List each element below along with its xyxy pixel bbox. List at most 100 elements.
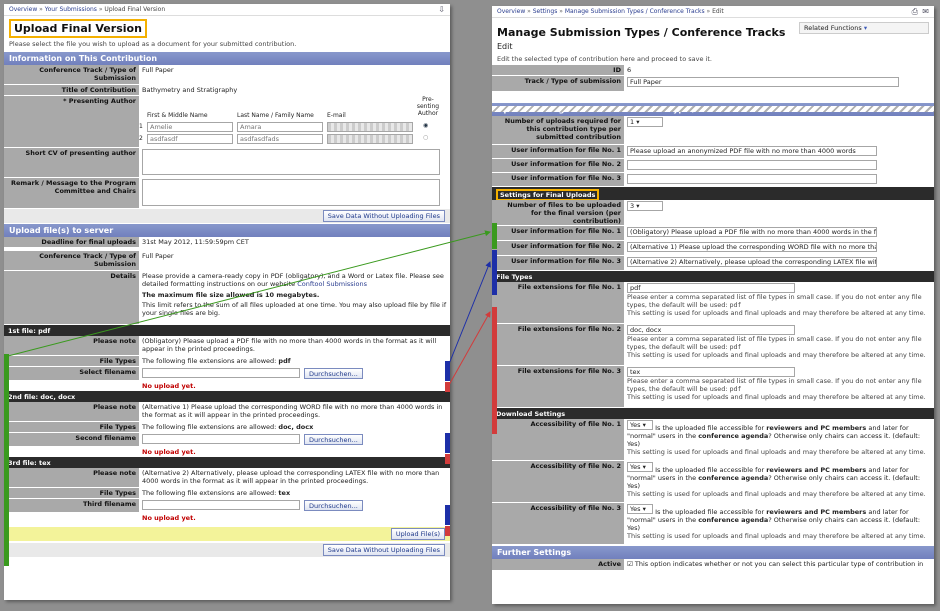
author-email-2[interactable]	[327, 134, 413, 144]
file1-browse-button[interactable]: Durchsuchen...	[304, 368, 363, 379]
author-num-2: 2	[139, 135, 143, 142]
upload-files-button[interactable]: Upload File(s)	[390, 528, 445, 540]
checkbox-icon[interactable]: ☑	[627, 560, 633, 568]
file2-status-row: No upload yet.	[4, 447, 450, 457]
file1-filename-row: Select filename Durchsuchen...	[4, 367, 450, 381]
file2-filename-input[interactable]	[142, 434, 300, 444]
breadcrumb: Overview » Your Submissions » Upload Fin…	[4, 4, 450, 16]
author-last-2[interactable]: asdfasdfads	[237, 134, 323, 144]
author-first-1[interactable]: Amelie	[147, 122, 233, 132]
file2-browse-button[interactable]: Durchsuchen...	[304, 434, 363, 445]
row-track: Track / Type of submission Full Paper	[492, 76, 934, 92]
torn-edge	[492, 106, 934, 112]
breadcrumb-manage[interactable]: Manage Submission Types / Conference Tra…	[565, 8, 705, 15]
related-functions-dropdown[interactable]: Related Functions ▾	[799, 22, 929, 34]
row-remark: Remark / Message to the Program Committe…	[4, 178, 450, 209]
userinfo-input-1[interactable]: Please upload an anonymized PDF file wit…	[627, 146, 877, 156]
file1-filename-input[interactable]	[142, 368, 300, 378]
red-arrow	[448, 311, 491, 386]
breadcrumb-overview[interactable]: Overview	[9, 6, 37, 13]
deadline-value: 31st May 2012, 11:59:59pm CET	[139, 237, 450, 247]
breadcrumb-settings[interactable]: Settings	[533, 8, 558, 15]
access-label-2: Accessibility of file No. 2	[492, 461, 624, 502]
deadline-label: Deadline for final uploads	[4, 237, 139, 247]
save-without-upload-button-2[interactable]: Save Data Without Uploading Files	[322, 544, 445, 556]
blue-marker-1	[445, 361, 450, 381]
access-select-3[interactable]: Yes ▾	[627, 504, 653, 514]
row-title: Title of Contribution Bathymetry and Stra…	[4, 85, 450, 96]
ext-input-2[interactable]: doc, docx	[627, 325, 795, 335]
final-uploads-header: Settings for Final Uploads	[492, 187, 934, 201]
row-deadline: Deadline for final uploads 31st May 2012,…	[4, 237, 450, 248]
final-info-input-2[interactable]: (Alternative 1) Please upload the corres…	[627, 242, 877, 252]
final-num-select[interactable]: 3 ▾	[627, 201, 663, 211]
author-email-1[interactable]	[327, 122, 413, 132]
upload-final-version-panel: Overview » Your Submissions » Upload Fin…	[4, 4, 450, 600]
file3-filename-label: Third filename	[4, 499, 139, 512]
access-select-1[interactable]: Yes ▾	[627, 420, 653, 430]
ext-input-3[interactable]: tex	[627, 367, 795, 377]
remark-textarea[interactable]	[142, 179, 440, 206]
final-info-input-3[interactable]: (Alternative 2) Alternatively, please up…	[627, 257, 877, 267]
breadcrumb-overview[interactable]: Overview	[497, 8, 525, 15]
breadcrumb-submissions[interactable]: Your Submissions	[45, 6, 97, 13]
author-first-2[interactable]: asdfasdf	[147, 134, 233, 144]
types-label: File Types	[4, 356, 139, 366]
row-authors: * Presenting Author First & Middle Name …	[4, 96, 450, 148]
row-final-info-2: User information for file No. 2 (Alternat…	[492, 241, 934, 256]
header-last: Last Name / Family Name	[237, 112, 314, 119]
row-userinfo-1: User information for file No. 1 Please up…	[492, 145, 934, 159]
num-uploads-label: Number of uploads required for this cont…	[492, 116, 624, 144]
cv-textarea[interactable]	[142, 149, 440, 175]
print-icon[interactable]: ⎙	[912, 7, 918, 17]
row-details: Details Please provide a camera-ready co…	[4, 271, 450, 325]
final-info-input-1[interactable]: (Obligatory) Please upload a PDF file wi…	[627, 227, 877, 237]
blue-marker-3	[445, 505, 450, 525]
file-types-header: File Types	[492, 271, 934, 282]
row-userinfo-2: User information for file No. 2	[492, 159, 934, 173]
radio-icon[interactable]: ◉	[423, 122, 428, 130]
num-uploads-select[interactable]: 1 ▾	[627, 117, 663, 127]
blue-marker-2	[445, 433, 450, 453]
row-access-2: Accessibility of file No. 2 Yes ▾ Is the …	[492, 461, 934, 503]
file2-types-ext: doc, docx	[278, 423, 314, 431]
intro-text: Edit the selected type of contribution h…	[497, 55, 712, 63]
file3-filename-input[interactable]	[142, 500, 300, 510]
red-marker-2	[445, 454, 450, 464]
details-value: Please provide a camera-ready copy in PD…	[139, 271, 450, 324]
file3-status: No upload yet.	[139, 513, 450, 522]
title-label: Title of Contribution	[4, 85, 139, 95]
download-icon[interactable]: ⇩	[438, 5, 445, 14]
mail-icon[interactable]: ✉	[922, 7, 929, 16]
ext-input-1[interactable]: pdf	[627, 283, 795, 293]
row-final-num: Number of files to be uploaded for the f…	[492, 200, 934, 226]
types-label: File Types	[4, 422, 139, 432]
author-last-1[interactable]: Amara	[237, 122, 323, 132]
file3-types-text: The following file extensions are allowe…	[142, 489, 277, 497]
track-input[interactable]: Full Paper	[627, 77, 899, 87]
userinfo-input-3[interactable]	[627, 174, 877, 184]
file1-filename-label: Select filename	[4, 367, 139, 380]
access-select-2[interactable]: Yes ▾	[627, 462, 653, 472]
save-without-upload-button[interactable]: Save Data Without Uploading Files	[322, 210, 445, 222]
breadcrumb: Overview » Settings » Manage Submission …	[492, 6, 934, 18]
breadcrumb-current: Edit	[712, 8, 724, 15]
file1-types-text: The following file extensions are allowe…	[142, 357, 277, 365]
author-num-1: 1	[139, 123, 143, 130]
userinfo-label-1: User information for file No. 1	[492, 145, 624, 158]
file2-header: 2nd file: doc, docx	[4, 391, 450, 402]
file1-note-row: Please note (Obligatory) Please upload a …	[4, 336, 450, 356]
file2-types-text: The following file extensions are allowe…	[142, 423, 277, 431]
file2-types-row: File Types The following file extensions …	[4, 422, 450, 433]
file2-note-row: Please note (Alternative 1) Please upload…	[4, 402, 450, 422]
upload-row: Upload File(s)	[4, 527, 450, 541]
userinfo-input-2[interactable]	[627, 160, 877, 170]
file3-filename-row: Third filename Durchsuchen...	[4, 499, 450, 513]
active-text: This option indicates whether or not you…	[634, 560, 924, 568]
file3-note-row: Please note (Alternative 2) Alternatively…	[4, 468, 450, 488]
radio-icon[interactable]: ○	[423, 134, 428, 142]
ext-label-1: File extensions for file No. 1	[492, 282, 624, 323]
final-info-label-1: User information for file No. 1	[492, 226, 624, 240]
details-link[interactable]: Conftool Submissions	[297, 280, 367, 288]
file3-browse-button[interactable]: Durchsuchen...	[304, 500, 363, 511]
